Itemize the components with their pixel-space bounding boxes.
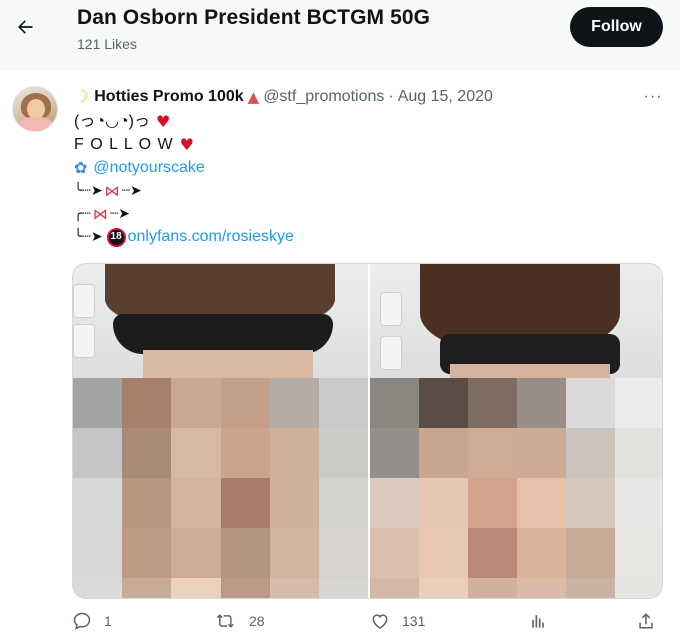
reply-icon <box>73 612 91 630</box>
author-name[interactable]: Hotties Promo 100k <box>94 88 243 106</box>
mention-link[interactable]: @notyourscake <box>93 157 204 179</box>
tweet-actions: 1 28 131 <box>0 606 680 636</box>
tweet-line-1: (っ◔◡◔)っ ♥ <box>74 111 170 133</box>
pixelated-area <box>73 378 368 598</box>
share-button[interactable] <box>636 606 656 636</box>
tweet-line-5: ╭┈ ⋈ ┈➤ <box>74 203 130 225</box>
crescent-moon-icon: ☽ <box>74 87 90 107</box>
analytics-icon <box>532 615 544 628</box>
pixelated-area <box>370 378 662 598</box>
retweet-icon <box>216 614 234 628</box>
heart-outline-icon <box>372 614 388 629</box>
separator-dot: · <box>388 88 394 105</box>
follow-button[interactable]: Follow <box>570 7 663 47</box>
profile-header: Dan Osborn President BCTGM 50G 121 Likes… <box>0 0 680 70</box>
heart-icon: ♥ <box>179 135 195 154</box>
tweet-line-6: ╰┈➤ 18 onlyfans.com/rosieskye <box>74 226 294 248</box>
heart-icon: ♥ <box>155 112 171 131</box>
avatar[interactable] <box>12 86 58 132</box>
arrow-art: ╭┈ <box>74 206 91 222</box>
arrow-art: ╰┈➤ <box>74 229 103 245</box>
reply-button[interactable]: 1 <box>72 606 112 636</box>
external-link[interactable]: onlyfans.com/rosieskye <box>128 226 294 248</box>
more-options-button[interactable]: ··· <box>642 86 664 108</box>
tweet-line-4: ╰┈➤ ⋈ ┈➤ <box>74 180 142 202</box>
butterfly-icon: ✿ <box>74 158 88 177</box>
likes-count: 121 Likes <box>77 36 137 52</box>
reply-count: 1 <box>104 613 112 629</box>
back-button[interactable] <box>10 12 40 42</box>
like-button[interactable]: 131 <box>370 606 425 636</box>
tweet-author-row: ☽ Hotties Promo 100k ▲ @stf_promotions ·… <box>74 86 493 108</box>
tweet-line-2: F O L L O W ♥ <box>74 134 195 156</box>
tweet-line-3: ✿ @notyourscake <box>74 157 205 179</box>
ribbon-icon: ⋈ <box>92 205 108 223</box>
tweet-date[interactable]: Aug 15, 2020 <box>398 88 493 106</box>
age-restriction-icon: 18 <box>106 227 126 247</box>
ribbon-icon: ⋈ <box>104 182 120 200</box>
like-count: 131 <box>402 613 426 629</box>
arrow-art: ┈➤ <box>121 183 142 199</box>
kaomoji-text: (っ◔◡◔)っ <box>74 113 150 130</box>
back-arrow-icon <box>18 20 33 34</box>
page-title: Dan Osborn President BCTGM 50G <box>77 6 431 29</box>
follow-text: F O L L O W <box>74 136 174 153</box>
share-icon <box>639 613 653 629</box>
arrow-art: ┈➤ <box>109 206 131 222</box>
media-photo-left[interactable] <box>73 264 368 598</box>
media-photo-right[interactable] <box>370 264 662 598</box>
party-popper-icon: ▲ <box>247 88 260 106</box>
author-handle[interactable]: @stf_promotions <box>263 88 384 106</box>
retweet-button[interactable]: 28 <box>215 606 265 636</box>
tweet-media[interactable] <box>72 263 663 599</box>
views-button[interactable] <box>528 606 548 636</box>
arrow-art: ╰┈➤ <box>74 183 103 199</box>
retweet-count: 28 <box>249 613 265 629</box>
